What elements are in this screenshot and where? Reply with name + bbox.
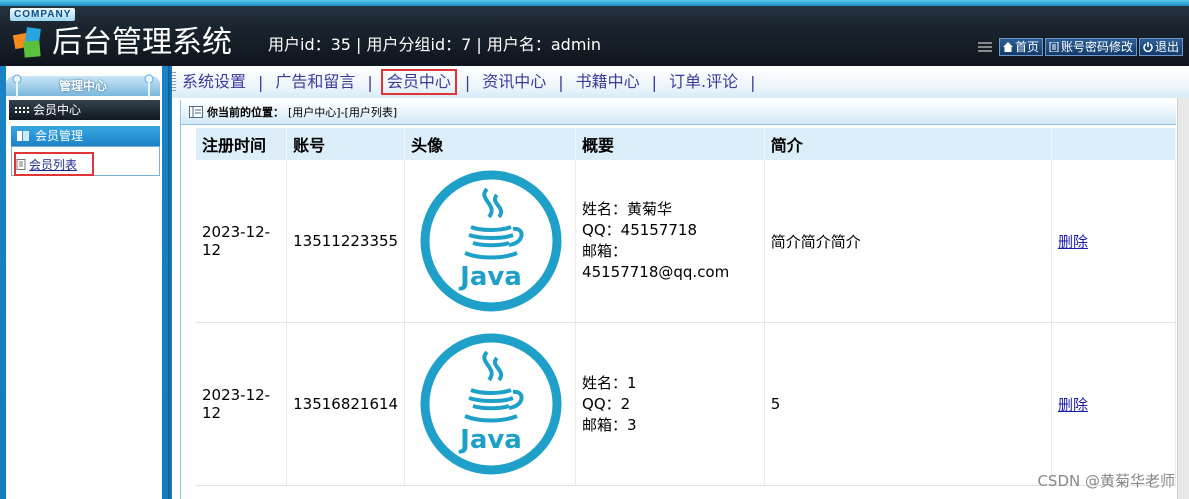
change-password-button[interactable]: 账号密码修改 [1044, 38, 1137, 56]
column-header-summary: 概要 [575, 128, 765, 160]
table-row: 2023-12-12 13516821614 Java 姓名：1 QQ：2 邮箱… [196, 322, 1177, 486]
column-header-action [1051, 128, 1177, 160]
java-logo-text: Java [458, 262, 522, 292]
column-header-avatar: 头像 [404, 128, 577, 160]
nav-grip [172, 72, 176, 92]
nav-separator: | [464, 72, 471, 92]
column-header-account: 账号 [286, 128, 406, 160]
table-header-row: 注册时间 账号 头像 概要 简介 [196, 128, 1177, 160]
tab-member-center[interactable]: 会员中心 [380, 69, 457, 95]
breadcrumb-path: [用户中心]-[用户列表] [288, 106, 398, 119]
cell-date: 2023-12-12 [196, 322, 288, 486]
nav-separator: | [750, 72, 756, 92]
java-logo-icon: Java [420, 170, 562, 312]
main-content: 你当前的位置： [用户中心]-[用户列表] 注册时间 账号 头像 概要 简介 2… [172, 98, 1177, 499]
tab-book-center[interactable]: 书籍中心 [572, 71, 644, 93]
delete-link[interactable]: 删除 [1058, 396, 1088, 414]
page-icon [16, 158, 26, 170]
cell-intro: 5 [764, 322, 1052, 486]
cubes-logo-icon [12, 27, 41, 58]
user-info: 用户id：35 | 用户分组id：7 | 用户名：admin [268, 35, 602, 54]
home-icon [1002, 42, 1013, 52]
member-table: 注册时间 账号 头像 概要 简介 2023-12-12 13511223355 [196, 128, 1177, 486]
nav-separator: | [558, 72, 564, 92]
cell-action: 删除 [1051, 160, 1177, 323]
sidebar-item-member-list[interactable]: 会员列表 [14, 152, 94, 176]
list-icon [977, 42, 992, 52]
tab-news-center[interactable]: 资讯中心 [478, 71, 550, 93]
table-row: 2023-12-12 13511223355 Java 姓名：黄菊华 QQ：45… [196, 160, 1177, 323]
cell-account: 13516821614 [286, 322, 406, 486]
java-logo-text: Java [458, 425, 522, 455]
breadcrumb: 你当前的位置： [用户中心]-[用户列表] [181, 100, 1176, 125]
sidebar: 管理中心 会员中心 会员管理 会员列表 [0, 66, 168, 499]
summary-qq: QQ：2 [582, 394, 631, 413]
column-header-date: 注册时间 [196, 128, 288, 160]
cell-date: 2023-12-12 [196, 160, 288, 323]
tab-orders-comments[interactable]: 订单.评论 [665, 71, 742, 93]
summary-email: 邮箱：45157718@qq.com [582, 242, 730, 281]
cell-account: 13511223355 [286, 160, 406, 323]
cell-action: 删除 [1051, 322, 1177, 486]
tab-ads-messages[interactable]: 广告和留言 [271, 71, 359, 93]
nav-separator: | [258, 72, 264, 92]
pin-icon [144, 74, 154, 98]
cell-intro: 简介简介简介 [764, 160, 1052, 323]
delete-link[interactable]: 删除 [1058, 233, 1088, 251]
column-header-intro: 简介 [764, 128, 1052, 160]
summary-name: 姓名：黄菊华 [582, 200, 673, 218]
nav-separator: | [651, 72, 658, 92]
app-header: COMPANY 后台管理系统 用户id：35 | 用户分组id：7 | 用户名：… [0, 0, 1189, 66]
home-button[interactable]: 首页 [998, 38, 1043, 56]
cell-summary: 姓名：1 QQ：2 邮箱：3 [575, 322, 765, 486]
breadcrumb-label: 你当前的位置： [207, 106, 284, 119]
cell-summary: 姓名：黄菊华 QQ：45157718 邮箱：45157718@qq.com [575, 160, 765, 323]
nav-separator: | [367, 72, 373, 92]
sidebar-group-member-management[interactable]: 会员管理 [11, 126, 160, 146]
top-nav: 系统设置 | 广告和留言 | 会员中心 | 资讯中心 | 书籍中心 | 订单.评… [172, 66, 1189, 98]
document-icon [1049, 42, 1059, 52]
cell-avatar: Java [404, 322, 577, 486]
java-logo-icon: Java [420, 333, 562, 475]
vertical-scrollbar[interactable] [1177, 98, 1189, 499]
grid-icon [15, 107, 29, 113]
content-frame: 你当前的位置： [用户中心]-[用户列表] 注册时间 账号 头像 概要 简介 2… [180, 100, 1177, 499]
watermark: CSDN @黄菊华老师 [1037, 472, 1175, 490]
site-title: 后台管理系统 [52, 25, 232, 60]
company-badge: COMPANY [10, 8, 76, 21]
summary-qq: QQ：45157718 [582, 221, 697, 239]
summary-name: 姓名：1 [582, 373, 637, 392]
sidebar-title: 管理中心 [58, 79, 107, 93]
tab-system-settings[interactable]: 系统设置 [178, 71, 250, 93]
cell-avatar: Java [404, 160, 577, 323]
sidebar-header: 管理中心 [6, 74, 160, 98]
sidebar-section-member-center[interactable]: 会员中心 [9, 100, 160, 120]
summary-email: 邮箱：3 [582, 415, 637, 434]
window-icon [189, 106, 203, 118]
panel-icon [17, 131, 29, 141]
member-list-link[interactable]: 会员列表 [29, 156, 77, 173]
power-icon [1143, 42, 1153, 52]
sidebar-items: 会员列表 [11, 146, 160, 176]
header-top-stripe [0, 0, 1189, 6]
header-actions: 首页 账号密码修改 退出 [977, 38, 1183, 56]
logout-button[interactable]: 退出 [1138, 38, 1183, 56]
